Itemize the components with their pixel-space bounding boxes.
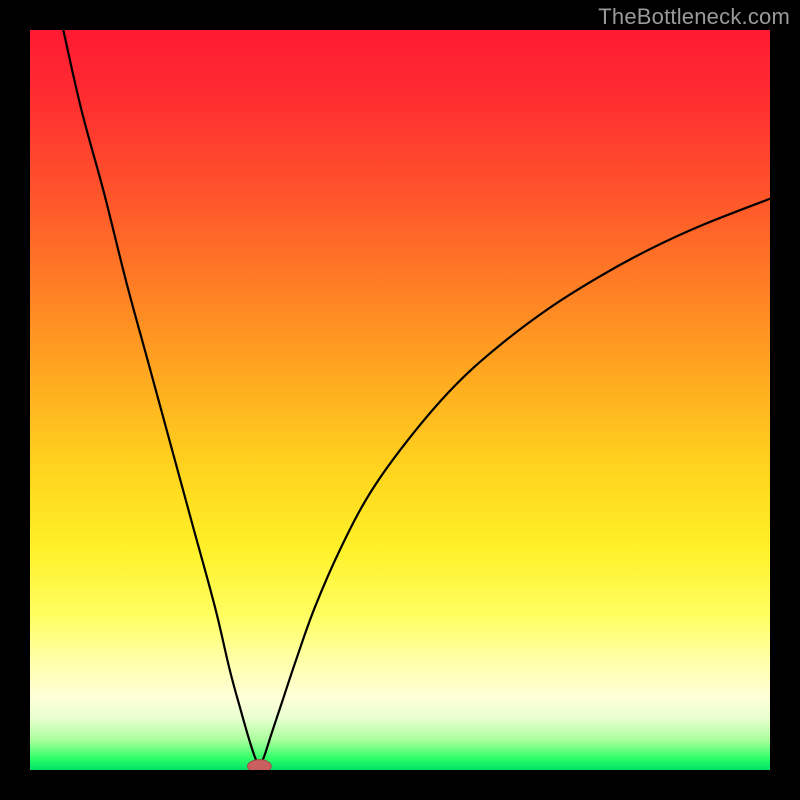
optimal-marker	[248, 760, 272, 770]
chart-frame: TheBottleneck.com	[0, 0, 800, 800]
plot-area	[30, 30, 770, 770]
curve-left-branch	[63, 30, 259, 767]
bottleneck-curve	[30, 30, 770, 770]
curve-right-branch	[259, 199, 770, 767]
watermark-text: TheBottleneck.com	[598, 4, 790, 30]
